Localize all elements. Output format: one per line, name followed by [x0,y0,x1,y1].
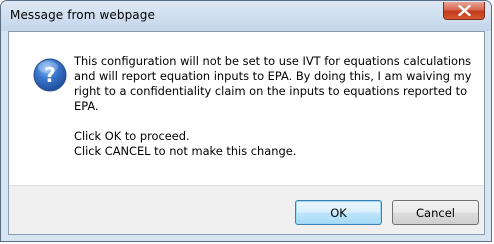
title-bar[interactable]: Message from webpage [1,1,491,31]
message-paragraph-warning: This configuration will not be set to us… [74,54,472,113]
message-text: This configuration will not be set to us… [74,54,474,159]
ok-button[interactable]: OK [295,200,382,225]
cancel-button[interactable]: Cancel [392,200,479,225]
window-title: Message from webpage [10,8,155,22]
dialog-client-area: ? This configuration will not be set to … [8,31,485,235]
close-button[interactable] [443,2,485,20]
message-paragraph-instructions: Click OK to proceed. Click CANCEL to not… [74,129,297,158]
button-bar: OK Cancel [9,185,484,234]
question-icon: ? [33,58,67,92]
dialog-window: Message from webpage ? This configuratio… [0,0,492,242]
svg-text:?: ? [44,63,56,87]
close-icon [458,5,471,16]
message-area: ? This configuration will not be set to … [9,32,484,185]
